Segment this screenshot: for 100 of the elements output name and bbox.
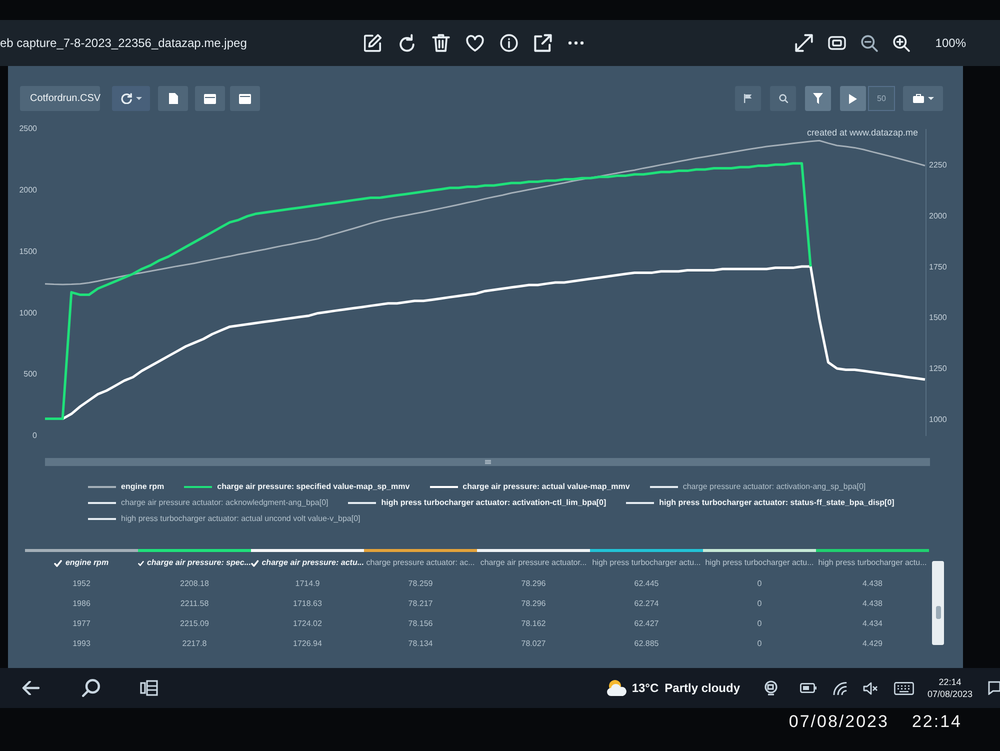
axis-tick-label: 1500 — [19, 246, 37, 256]
table-cell-text: 4.438 — [861, 598, 884, 610]
grip-icon[interactable] — [484, 460, 490, 464]
weather-icon[interactable] — [606, 679, 627, 697]
check-icon[interactable] — [54, 560, 62, 566]
clock-time[interactable]: 22:14 — [938, 676, 962, 688]
table-cell-text: 0 — [756, 638, 763, 650]
zoom-in-icon[interactable] — [893, 34, 910, 52]
filter-button[interactable] — [805, 86, 831, 111]
legend-label[interactable]: high press turbocharger actuator: status-ff_state_bpa_disp[0] — [659, 496, 894, 509]
table-cell-text: 2217.8 — [181, 638, 208, 650]
table-cell-text: 78.134 — [407, 638, 434, 650]
more-icon[interactable] — [568, 41, 584, 45]
check-icon[interactable] — [138, 560, 144, 566]
fit-screen-icon[interactable] — [828, 36, 846, 50]
table-cell-text: 1993 — [72, 638, 92, 650]
table-cell-text: 62.885 — [633, 638, 660, 650]
share-icon[interactable] — [534, 34, 552, 52]
legend-label[interactable]: charge air pressure actuator: acknowledgment-ang_bpa[0] — [121, 496, 328, 509]
rotate-icon[interactable] — [398, 34, 416, 52]
table-cell-text: 1977 — [72, 618, 92, 630]
wifi-icon[interactable] — [833, 682, 847, 694]
table-cell-text: 78.296 — [520, 598, 547, 610]
table-cell-text: 78.259 — [407, 578, 434, 590]
axis-tick-label: 1750 — [929, 262, 947, 272]
file-button[interactable]: Cotfordrun.CSV — [20, 86, 100, 111]
table-cell-text: 2215.09 — [179, 618, 210, 630]
legend-label[interactable]: charge air pressure: actual value-map_mmv — [462, 480, 630, 493]
heart-icon[interactable] — [466, 34, 484, 52]
flag-button[interactable] — [735, 86, 761, 111]
edit-icon[interactable] — [364, 34, 382, 52]
caret-icon — [136, 97, 142, 100]
zoom-out-icon[interactable] — [861, 34, 878, 52]
table-cell-text: 0 — [756, 618, 763, 630]
column-header[interactable]: high press turbocharger actu... — [818, 557, 927, 569]
table-cell-text: 78.027 — [520, 638, 547, 650]
window-title: eb capture_7-8-2023_22356_datazap.me.jpeg — [0, 35, 248, 52]
window-button[interactable] — [195, 86, 225, 111]
table-cell-text: 2208.18 — [179, 578, 210, 590]
briefcase-icon — [912, 94, 924, 103]
check-icon[interactable] — [251, 560, 259, 566]
column-header[interactable]: engine rpm — [65, 557, 109, 569]
zoom-level: 100% — [935, 35, 966, 52]
table-cell-text: 62.445 — [633, 578, 660, 590]
axis-tick-label: 1000 — [929, 414, 947, 424]
legend-label[interactable]: charge pressure actuator: activation-ang_sp_bpa[0] — [682, 480, 866, 493]
chart-credit: created at www.datazap.me — [806, 127, 918, 138]
column-header[interactable]: charge air pressure actuator... — [480, 557, 587, 569]
keyboard-icon[interactable] — [894, 682, 914, 694]
legend-label[interactable]: high press turbocharger actuator: activation-ctl_lim_bpa[0] — [381, 496, 606, 509]
axis-tick-label: 2500 — [19, 124, 37, 134]
clock-date[interactable]: 07/08/2023 — [927, 688, 973, 700]
flag-icon — [744, 94, 752, 103]
search-icon[interactable] — [82, 679, 100, 697]
search-icon — [778, 94, 788, 103]
table-cell-text: 0 — [756, 578, 763, 590]
zoom-button[interactable] — [770, 86, 796, 111]
column-header[interactable]: high press turbocharger actu... — [592, 557, 701, 569]
table-cell-text: 62.427 — [633, 618, 660, 630]
table-cell-text: 1986 — [72, 598, 92, 610]
legend-label[interactable]: charge air pressure: specified value-map_sp_mmv — [217, 480, 410, 493]
table-cell-text: 78.162 — [520, 618, 547, 630]
muted-speaker-icon[interactable] — [863, 682, 878, 694]
axis-tick-label: 500 — [24, 370, 37, 379]
layout-button[interactable] — [230, 86, 260, 111]
battery-icon[interactable] — [800, 683, 817, 693]
photo-date-label: 07/08/2023 — [788, 711, 889, 733]
play-icon — [849, 94, 857, 104]
back-arrow-icon[interactable] — [22, 681, 40, 695]
notification-icon[interactable] — [988, 681, 1000, 695]
table-cell-text: 78.296 — [520, 578, 547, 590]
scrollbar[interactable] — [932, 561, 944, 645]
column-header[interactable]: charge air pressure: actu... — [262, 557, 364, 569]
info-icon[interactable] — [500, 34, 518, 52]
play-button[interactable] — [840, 86, 866, 111]
task-view-icon[interactable] — [140, 680, 158, 696]
table-cell-text: 78.217 — [407, 598, 434, 610]
document-button[interactable] — [158, 86, 188, 111]
column-header[interactable]: charge air pressure: spec... — [146, 557, 251, 569]
document-icon — [168, 93, 178, 104]
range-navigator-track[interactable] — [45, 458, 930, 466]
legend-label[interactable]: engine rpm — [121, 480, 164, 493]
camera-icon[interactable] — [764, 680, 778, 696]
table-cell-text: 1714.9 — [294, 578, 321, 590]
caret-icon — [928, 97, 934, 100]
table-cell-text: 4.429 — [861, 638, 884, 650]
table-cell-text: 1726.94 — [292, 638, 323, 650]
legend-label[interactable]: high press turbocharger actuator: actual uncond volt value-v_bpa[0] — [121, 512, 360, 525]
window-icon — [239, 94, 251, 104]
expand-icon[interactable] — [795, 34, 814, 52]
scrollbar-thumb[interactable] — [936, 606, 940, 619]
column-header[interactable]: high press turbocharger actu... — [705, 557, 814, 569]
column-header[interactable]: charge pressure actuator: ac... — [366, 557, 475, 569]
table-cell-text: 78.156 — [407, 618, 434, 630]
refresh-button[interactable] — [112, 86, 150, 111]
delete-icon[interactable] — [432, 34, 450, 52]
refresh-icon — [120, 93, 132, 104]
table-cell-text: 1724.02 — [292, 618, 323, 630]
menu-button[interactable] — [903, 86, 943, 111]
window-icon — [204, 94, 216, 104]
